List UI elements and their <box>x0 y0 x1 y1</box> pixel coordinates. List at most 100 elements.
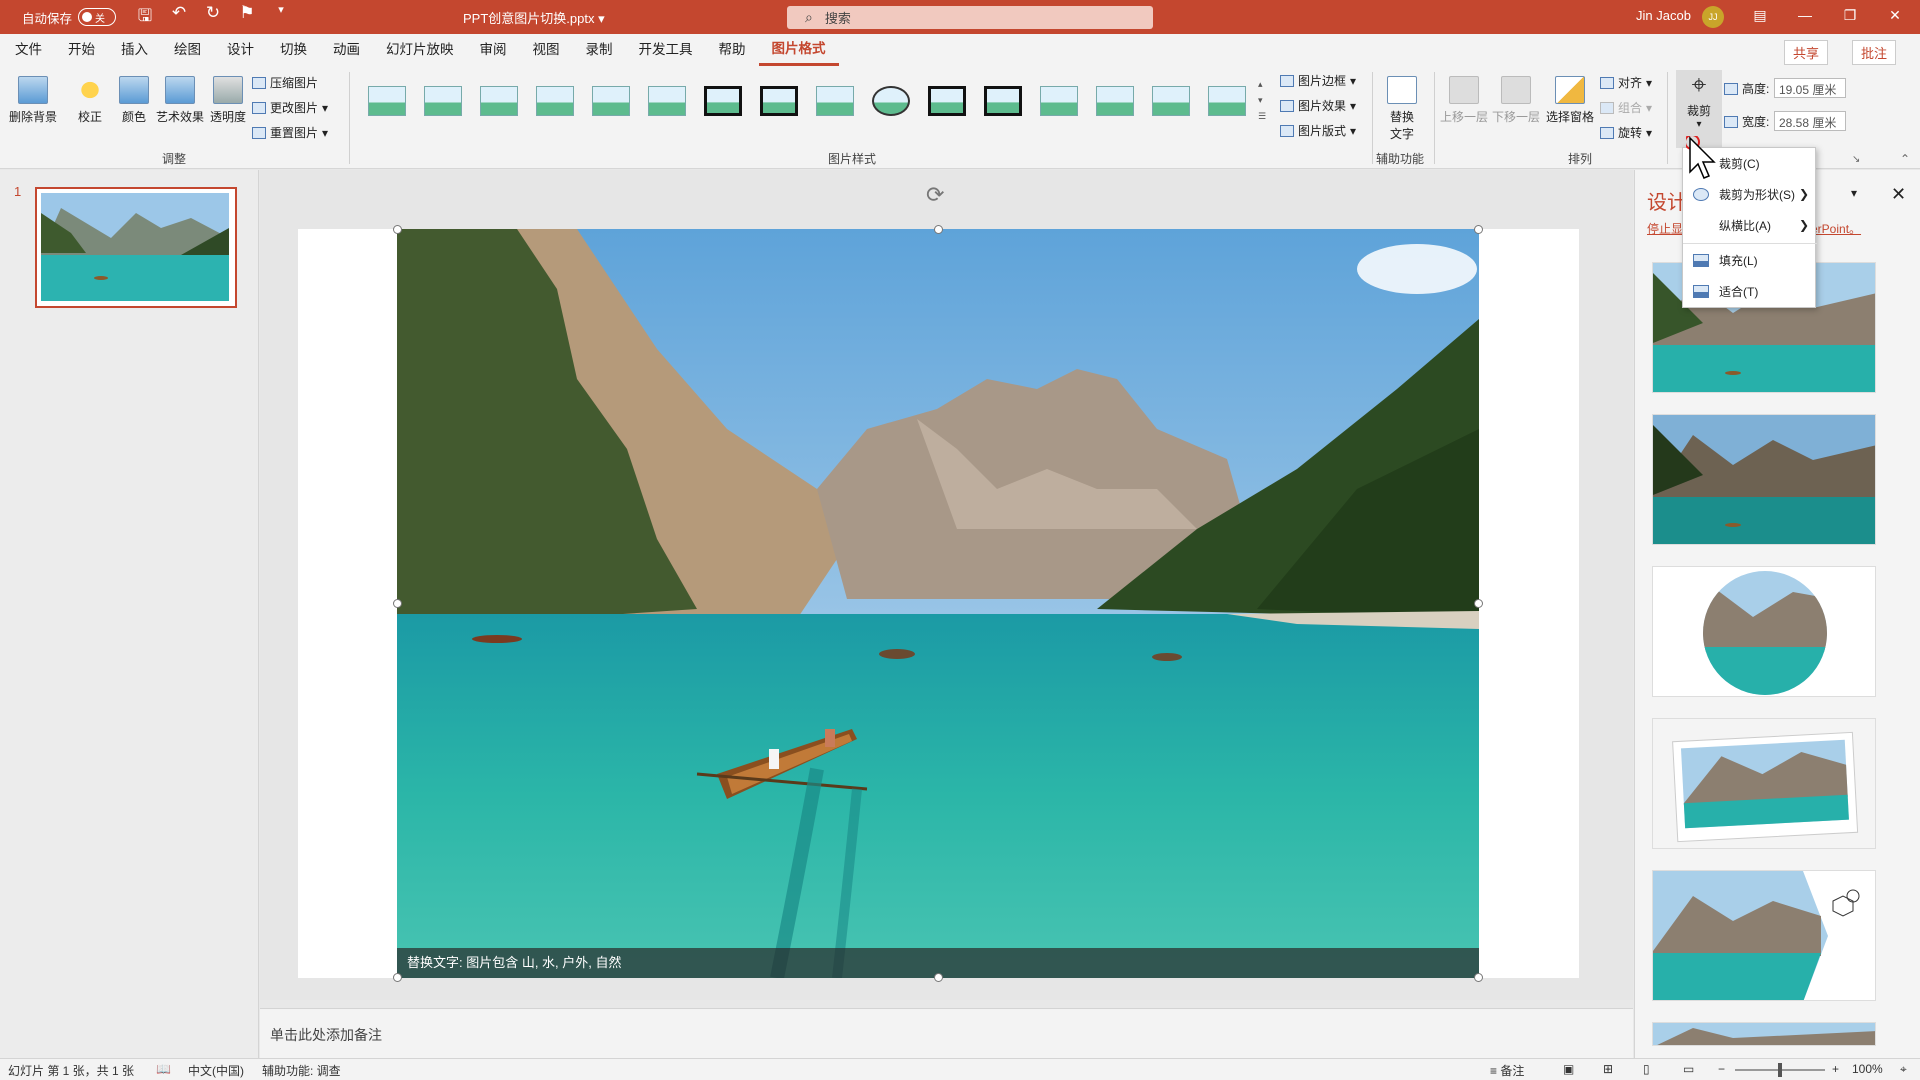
picture-style-12[interactable] <box>984 86 1022 116</box>
tab-file[interactable]: 文件 <box>2 34 55 66</box>
avatar[interactable]: JJ <box>1702 6 1724 28</box>
picture-style-16[interactable] <box>1208 86 1246 116</box>
tab-transitions[interactable]: 切换 <box>267 34 320 66</box>
zoom-level[interactable]: 100% <box>1852 1062 1883 1076</box>
crop-menu-item-fit[interactable]: 适合(T) <box>1683 278 1817 304</box>
size-dialog-launcher-icon[interactable]: ↘ <box>1852 154 1860 165</box>
stop-showing-link[interactable]: 停止显 <box>1647 220 1683 237</box>
resize-handle[interactable] <box>934 973 943 982</box>
user-name[interactable]: Jin Jacob <box>1636 8 1691 23</box>
slide-sorter-icon[interactable]: ⊞ <box>1603 1062 1613 1076</box>
alt-text-button[interactable]: 替换文字 <box>1382 76 1422 142</box>
comment-button[interactable]: 批注 <box>1852 40 1897 65</box>
tab-animations[interactable]: 动画 <box>320 34 373 66</box>
minimize-icon[interactable]: — <box>1795 7 1815 23</box>
resize-handle[interactable] <box>393 599 402 608</box>
picture-style-10[interactable] <box>872 86 910 116</box>
tab-developer[interactable]: 开发工具 <box>626 34 706 66</box>
resize-handle[interactable] <box>393 225 402 234</box>
gallery-scroll[interactable]: ▴ ▾ ☰ <box>1258 76 1266 124</box>
picture-style-6[interactable] <box>648 86 686 116</box>
collapse-ribbon-icon[interactable]: ⌃ <box>1900 152 1910 166</box>
tab-design[interactable]: 设计 <box>214 34 267 66</box>
search-input[interactable]: ⌕ 搜索 <box>787 6 1153 29</box>
spell-check-icon[interactable]: 📖 <box>156 1062 171 1076</box>
slide-thumbnail[interactable] <box>35 187 237 308</box>
save-icon[interactable]: 🖫 <box>136 3 154 32</box>
picture-style-13[interactable] <box>1040 86 1078 116</box>
share-button[interactable]: 共享 <box>1784 40 1829 65</box>
picture-style-7[interactable] <box>704 86 742 116</box>
resize-handle[interactable] <box>393 973 402 982</box>
picture-style-4[interactable] <box>536 86 574 116</box>
zoom-in-icon[interactable]: + <box>1832 1062 1839 1076</box>
autosave-toggle[interactable]: 关 <box>78 8 117 26</box>
picture-style-8[interactable] <box>760 86 798 116</box>
change-picture-button[interactable]: 更改图片 ▾ <box>252 99 328 116</box>
remove-background-button[interactable]: 删除背景 <box>8 76 58 125</box>
design-idea-3[interactable] <box>1652 566 1876 697</box>
document-title[interactable]: PPT创意图片切换.pptx ▾ <box>463 8 605 27</box>
picture-style-1[interactable] <box>368 86 406 116</box>
transparency-button[interactable]: 透明度 <box>210 76 246 125</box>
design-idea-2[interactable] <box>1652 414 1876 545</box>
zoom-out-icon[interactable]: − <box>1718 1062 1725 1076</box>
picture-style-5[interactable] <box>592 86 630 116</box>
rotate-button[interactable]: 旋转 ▾ <box>1600 124 1652 141</box>
notes-toggle[interactable]: ≡ 备注 <box>1490 1062 1524 1079</box>
slide-picture[interactable] <box>397 229 1479 978</box>
zoom-slider-handle[interactable] <box>1778 1063 1782 1077</box>
present-icon[interactable]: ⚑ <box>238 3 256 32</box>
notes-pane[interactable]: 单击此处添加备注 <box>260 1008 1633 1058</box>
color-button[interactable]: 颜色 <box>116 76 152 125</box>
fit-to-window-icon[interactable]: ⌖ <box>1900 1062 1907 1077</box>
align-button[interactable]: 对齐 ▾ <box>1600 74 1652 91</box>
resize-handle[interactable] <box>1474 599 1483 608</box>
bring-forward-button[interactable]: 上移一层 <box>1440 76 1488 125</box>
rotate-handle-icon[interactable]: ⟳ <box>926 182 944 208</box>
tab-help[interactable]: 帮助 <box>706 34 759 66</box>
ribbon-display-icon[interactable]: ▤ <box>1750 7 1770 24</box>
resize-handle[interactable] <box>1474 225 1483 234</box>
redo-icon[interactable]: ↻ <box>204 3 222 32</box>
crop-menu-item-shape[interactable]: 裁剪为形状(S) ❯ <box>1683 181 1817 207</box>
autosave-control[interactable]: 自动保存 关 <box>22 8 117 27</box>
group-button[interactable]: 组合 ▾ <box>1600 99 1652 116</box>
picture-border-button[interactable]: 图片边框 ▾ <box>1280 72 1356 89</box>
tab-picture-format[interactable]: 图片格式 <box>758 34 839 66</box>
width-input[interactable]: 28.58 厘米 <box>1774 111 1846 131</box>
picture-layout-button[interactable]: 图片版式 ▾ <box>1280 122 1356 139</box>
language-indicator[interactable]: 中文(中国) <box>188 1062 244 1079</box>
customize-qat-icon[interactable]: ▾ <box>272 3 290 32</box>
resize-handle[interactable] <box>934 225 943 234</box>
normal-view-icon[interactable]: ▣ <box>1563 1062 1574 1076</box>
tab-view[interactable]: 视图 <box>520 34 573 66</box>
undo-icon[interactable]: ↶ <box>170 3 188 32</box>
picture-style-14[interactable] <box>1096 86 1134 116</box>
resize-handle[interactable] <box>1474 973 1483 982</box>
pane-close-icon[interactable]: ✕ <box>1891 184 1906 205</box>
close-icon[interactable]: ✕ <box>1885 7 1905 24</box>
design-idea-6[interactable] <box>1652 1022 1876 1046</box>
tab-slideshow[interactable]: 幻灯片放映 <box>373 34 467 66</box>
tab-home[interactable]: 开始 <box>55 34 108 66</box>
tab-record[interactable]: 录制 <box>573 34 626 66</box>
picture-style-2[interactable] <box>424 86 462 116</box>
design-idea-4[interactable] <box>1652 718 1876 849</box>
tab-review[interactable]: 审阅 <box>467 34 520 66</box>
picture-style-11[interactable] <box>928 86 966 116</box>
restore-icon[interactable]: ❐ <box>1840 7 1860 24</box>
crop-menu-item-aspect[interactable]: 纵横比(A) ❯ <box>1683 212 1817 238</box>
powerpoint-link[interactable]: erPoint。 <box>1811 220 1861 237</box>
picture-effects-button[interactable]: 图片效果 ▾ <box>1280 97 1356 114</box>
picture-style-15[interactable] <box>1152 86 1190 116</box>
reset-picture-button[interactable]: 重置图片 ▾ <box>252 124 328 141</box>
pane-options-icon[interactable]: ▾ <box>1851 186 1857 200</box>
picture-style-3[interactable] <box>480 86 518 116</box>
corrections-button[interactable]: 校正 <box>72 76 108 125</box>
tab-draw[interactable]: 绘图 <box>161 34 214 66</box>
accessibility-status[interactable]: 辅助功能: 调查 <box>262 1062 341 1079</box>
crop-menu-item-fill[interactable]: 填充(L) <box>1683 247 1817 273</box>
slideshow-icon[interactable]: ▭ <box>1683 1062 1694 1076</box>
artistic-effects-button[interactable]: 艺术效果 <box>154 76 206 125</box>
